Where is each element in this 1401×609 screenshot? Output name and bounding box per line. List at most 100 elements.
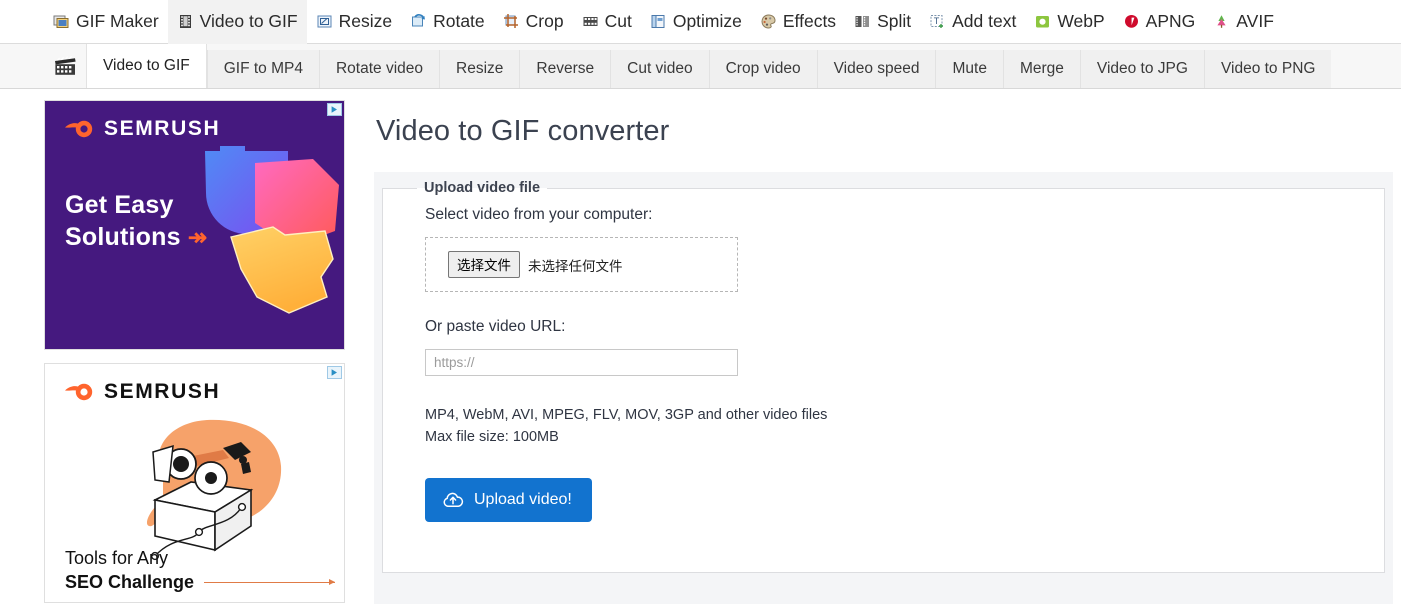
tab-label: Cut video (627, 60, 693, 77)
film-strip-icon (177, 13, 194, 30)
topnav-item-add-text[interactable]: T Add text (920, 0, 1025, 44)
tab-video-to-gif[interactable]: Video to GIF (86, 44, 207, 88)
tab-label: Video to JPG (1096, 60, 1188, 77)
ad-footer-line2: SEO Challenge (65, 571, 195, 592)
topnav-item-rotate[interactable]: Rotate (401, 0, 494, 44)
tab-video-speed[interactable]: Video speed (816, 50, 936, 88)
page-title: Video to GIF converter (376, 115, 670, 147)
max-file-size-note: Max file size: 100MB (425, 429, 559, 446)
page-content: SEMRUSH Get Easy Solutions ↠ SEMRUSH Too… (0, 89, 1401, 609)
add-text-icon: T (929, 13, 946, 30)
topnav-item-split[interactable]: Split (845, 0, 920, 44)
tab-label: Resize (456, 60, 504, 77)
cloud-upload-icon (442, 492, 464, 509)
tab-label: Video to PNG (1220, 60, 1316, 77)
primary-navigation: GIF Maker Video to GIF Resize Rotate Cro… (0, 0, 1401, 44)
tab-rotate-video[interactable]: Rotate video (318, 50, 440, 88)
topnav-label: Rotate (433, 11, 485, 31)
effects-palette-icon (760, 13, 777, 30)
rotate-icon (410, 13, 427, 30)
video-url-input[interactable] (425, 349, 738, 376)
arrow-rule-icon (204, 578, 335, 585)
tab-label: Rotate video (335, 60, 424, 77)
tab-resize[interactable]: Resize (439, 50, 520, 88)
semrush-wordmark: SEMRUSH (104, 380, 221, 403)
tab-reverse[interactable]: Reverse (519, 50, 611, 88)
topnav-label: Optimize (672, 11, 742, 31)
avif-icon (1213, 13, 1230, 30)
semrush-mark-icon (65, 381, 95, 403)
ad-gap (44, 350, 345, 363)
file-drop-area[interactable]: 选择文件 未选择任何文件 (425, 237, 738, 292)
split-icon (854, 13, 871, 30)
topnav-label: AVIF (1236, 11, 1274, 31)
svg-text:T: T (934, 16, 940, 26)
tab-crop-video[interactable]: Crop video (708, 50, 817, 88)
topnav-item-avif[interactable]: AVIF (1204, 0, 1283, 44)
upload-panel: Upload video file Select video from your… (374, 172, 1393, 604)
apng-icon (1123, 13, 1140, 30)
optimize-icon (650, 13, 667, 30)
format-notes: MP4, WebM, AVI, MPEG, FLV, MOV, 3GP and … (425, 404, 1384, 448)
upload-video-button-label: Upload video! (474, 491, 572, 509)
ad-banner-semrush-seo-challenge[interactable]: SEMRUSH Tools for Any SEO Challenge (44, 363, 345, 603)
topnav-item-gif-maker[interactable]: GIF Maker (44, 0, 168, 44)
topnav-item-cut[interactable]: Cut (573, 0, 641, 44)
tab-label: Crop video (725, 60, 801, 77)
topnav-item-apng[interactable]: APNG (1114, 0, 1205, 44)
main-column: Video to GIF converter Upload video file… (374, 89, 1401, 604)
topnav-label: Video to GIF (199, 11, 298, 31)
tab-merge[interactable]: Merge (1002, 50, 1080, 88)
supported-formats-note: MP4, WebM, AVI, MPEG, FLV, MOV, 3GP and … (425, 407, 828, 423)
tab-label: GIF to MP4 (223, 60, 303, 77)
topnav-item-crop[interactable]: Crop (494, 0, 573, 44)
webp-icon (1034, 13, 1051, 30)
topnav-label: Add text (952, 11, 1017, 31)
tab-mute[interactable]: Mute (935, 50, 1003, 88)
topnav-label: Crop (525, 11, 564, 31)
topnav-item-resize[interactable]: Resize (307, 0, 402, 44)
tab-video-to-png[interactable]: Video to PNG (1203, 50, 1332, 88)
video-url-label: Or paste video URL: (425, 318, 566, 335)
tab-gif-to-mp4[interactable]: GIF to MP4 (206, 50, 319, 88)
topnav-label: Cut (604, 11, 632, 31)
tab-label: Reverse (536, 60, 595, 77)
topnav-item-effects[interactable]: Effects (751, 0, 845, 44)
semrush-logo: SEMRUSH (65, 380, 220, 404)
topnav-item-webp[interactable]: WebP (1025, 0, 1113, 44)
ad-footer-text: Tools for Any SEO Challenge (65, 547, 335, 594)
cut-icon (582, 13, 599, 30)
ad-headline-line1: Get Easy (65, 191, 174, 219)
fieldset-legend: Upload video file (424, 180, 541, 196)
ad-footer-line1: Tools for Any (65, 548, 169, 569)
tab-label: Video to GIF (103, 57, 190, 74)
sidebar-ads: SEMRUSH Get Easy Solutions ↠ SEMRUSH Too… (44, 100, 345, 603)
upload-video-button[interactable]: Upload video! (425, 478, 592, 523)
tab-label: Merge (1019, 60, 1064, 77)
tab-video-to-jpg[interactable]: Video to JPG (1079, 50, 1204, 88)
tab-cut-video[interactable]: Cut video (610, 50, 709, 88)
topnav-item-optimize[interactable]: Optimize (641, 0, 751, 44)
select-video-label: Select video from your computer: (425, 206, 653, 223)
gif-maker-icon (53, 13, 70, 30)
crop-icon (503, 13, 520, 30)
adchoices-icon[interactable] (327, 366, 342, 379)
file-status-text: 未选择任何文件 (528, 258, 623, 274)
topnav-label: GIF Maker (76, 11, 159, 31)
clapperboard-icon (44, 44, 86, 88)
ad-headline: Get Easy Solutions ↠ (65, 190, 207, 253)
ad-headline-line2: Solutions (65, 222, 181, 251)
tab-label: Mute (952, 60, 987, 77)
upload-video-fieldset: Upload video file Select video from your… (382, 180, 1385, 573)
topnav-label: Effects (782, 11, 837, 31)
choose-file-button[interactable]: 选择文件 (448, 251, 520, 278)
topnav-label: WebP (1057, 11, 1105, 31)
ad-banner-semrush-get-easy-solutions[interactable]: SEMRUSH Get Easy Solutions ↠ (44, 100, 345, 350)
topnav-label: Resize (338, 11, 393, 31)
topnav-label: Split (877, 11, 912, 31)
arrow-icon: ↠ (187, 223, 208, 250)
resize-icon (316, 13, 333, 30)
topnav-label: APNG (1145, 11, 1196, 31)
topnav-item-video-to-gif[interactable]: Video to GIF (167, 0, 307, 44)
secondary-tab-bar: Video to GIF GIF to MP4 Rotate video Res… (0, 44, 1401, 89)
